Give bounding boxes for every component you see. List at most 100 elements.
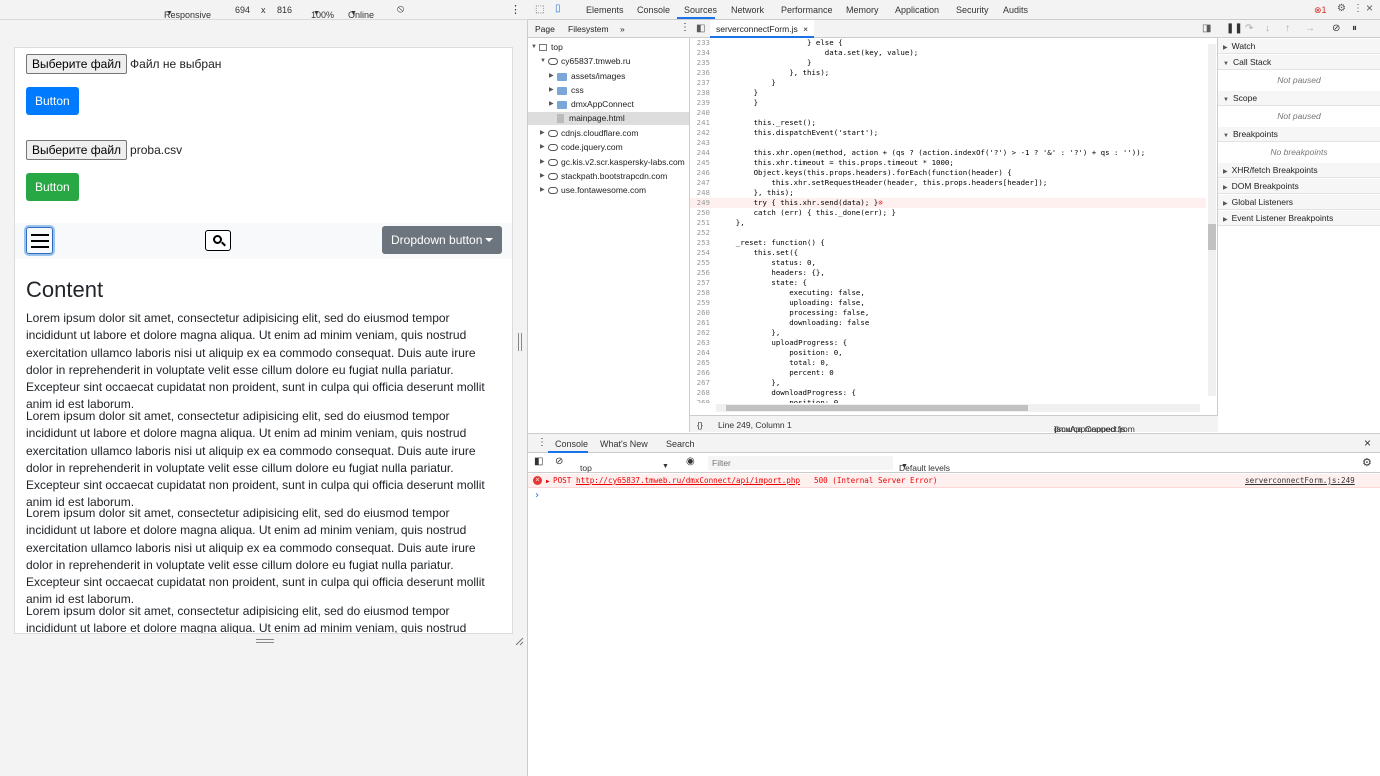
code-line[interactable]: 254 this.set({ xyxy=(690,248,1206,258)
line-number[interactable]: 251 xyxy=(690,218,710,228)
tree-item-kaspersky[interactable]: ▶ gc.kis.v2.scr.kaspersky-labs.com xyxy=(540,156,685,169)
close-icon[interactable]: × xyxy=(803,24,808,34)
code-lines[interactable]: 233 } else {234 data.set(key, value); 235… xyxy=(690,38,1206,403)
more-options-icon[interactable]: ⋮ xyxy=(1353,4,1363,14)
code-line[interactable]: 253 _reset: function() { xyxy=(690,238,1206,248)
step-icon[interactable]: → xyxy=(1305,24,1315,34)
error-url-link[interactable]: http://cy65837.tmweb.ru/dmxConnect/api/i… xyxy=(576,476,800,485)
tree-item-cy65837[interactable]: ▼ cy65837.tmweb.ru xyxy=(540,55,630,68)
tab-audits[interactable]: Audits xyxy=(1003,5,1028,15)
line-number[interactable]: 242 xyxy=(690,128,710,138)
tab-sources[interactable]: Sources xyxy=(684,5,717,15)
deactivate-breakpoints-icon[interactable]: ⊘ xyxy=(1332,24,1340,34)
tab-application[interactable]: Application xyxy=(895,5,939,15)
code-line[interactable]: 248 }, this); xyxy=(690,188,1206,198)
line-number[interactable]: 237 xyxy=(690,78,710,88)
more-options-icon[interactable]: ⋮ xyxy=(680,22,690,33)
section-dom-breakpoints[interactable]: ▶ DOM Breakpoints xyxy=(1218,179,1380,194)
console-prompt[interactable]: › xyxy=(534,490,540,501)
line-number[interactable]: 250 xyxy=(690,208,710,218)
code-line[interactable]: 244 this.xhr.open(method, action + (qs ?… xyxy=(690,148,1206,158)
code-line[interactable]: 239 } xyxy=(690,98,1206,108)
line-number[interactable]: 262 xyxy=(690,328,710,338)
code-line[interactable]: 256 headers: {}, xyxy=(690,268,1206,278)
code-line[interactable]: 247 this.xhr.setRequestHeader(header, th… xyxy=(690,178,1206,188)
step-into-icon[interactable]: ↓ xyxy=(1265,24,1270,34)
line-number[interactable]: 256 xyxy=(690,268,710,278)
tab-console[interactable]: Console xyxy=(637,5,670,15)
code-line[interactable]: 257 state: { xyxy=(690,278,1206,288)
code-line[interactable]: 266 percent: 0 xyxy=(690,368,1206,378)
section-watch[interactable]: ▶ Watch xyxy=(1218,39,1380,54)
clear-console-icon[interactable]: ⊘ xyxy=(555,456,563,467)
line-number[interactable]: 233 xyxy=(690,38,710,48)
tree-item-fontawesome[interactable]: ▶ use.fontawesome.com xyxy=(540,184,646,197)
tree-item-dmxappconnect[interactable]: ▶ dmxAppConnect xyxy=(549,98,634,111)
line-number[interactable]: 260 xyxy=(690,308,710,318)
code-line[interactable]: 242 this.dispatchEvent('start'); xyxy=(690,128,1206,138)
code-line[interactable]: 245 this.xhr.timeout = this.props.timeou… xyxy=(690,158,1206,168)
viewport-resize-handle-right[interactable] xyxy=(518,333,522,351)
line-number[interactable]: 252 xyxy=(690,228,710,238)
choose-file-button-2[interactable]: Выберите файл xyxy=(26,140,128,160)
line-number[interactable]: 246 xyxy=(690,168,710,178)
line-number[interactable]: 235 xyxy=(690,58,710,68)
pause-on-exceptions-icon[interactable]: ⏸ xyxy=(1352,24,1357,34)
section-breakpoints[interactable]: ▼ Breakpoints xyxy=(1218,127,1380,142)
success-button[interactable]: Button xyxy=(26,173,79,201)
device-toolbar-icon[interactable]: ▯ xyxy=(555,4,561,14)
tab-memory[interactable]: Memory xyxy=(846,5,879,15)
code-line[interactable]: 250 catch (err) { this._done(err); } xyxy=(690,208,1206,218)
code-line[interactable]: 241 this._reset(); xyxy=(690,118,1206,128)
line-number[interactable]: 267 xyxy=(690,378,710,388)
tab-network[interactable]: Network xyxy=(731,5,764,15)
code-line[interactable]: 264 position: 0, xyxy=(690,348,1206,358)
section-event-listener-breakpoints[interactable]: ▶ Event Listener Breakpoints xyxy=(1218,211,1380,226)
primary-button[interactable]: Button xyxy=(26,87,79,115)
code-line[interactable]: 268 downloadProgress: { xyxy=(690,388,1206,398)
tab-page[interactable]: Page xyxy=(535,24,555,34)
code-line[interactable]: 260 processing: false, xyxy=(690,308,1206,318)
navigator-more-tabs[interactable]: » xyxy=(620,24,625,34)
line-number[interactable]: 236 xyxy=(690,68,710,78)
eye-icon[interactable]: ◉ xyxy=(686,456,695,467)
line-number[interactable]: 268 xyxy=(690,388,710,398)
tab-filesystem[interactable]: Filesystem xyxy=(568,24,609,34)
line-number[interactable]: 259 xyxy=(690,298,710,308)
code-line[interactable]: 237 } xyxy=(690,78,1206,88)
tree-item-bootstrapcdn[interactable]: ▶ stackpath.bootstrapcdn.com xyxy=(540,170,667,183)
step-over-icon[interactable]: ↷ xyxy=(1245,24,1253,34)
dropdown-button[interactable]: Dropdown button xyxy=(382,226,502,254)
toggle-navigator-icon[interactable]: ◧ xyxy=(696,24,705,34)
code-line[interactable]: 265 total: 0, xyxy=(690,358,1206,368)
tab-security[interactable]: Security xyxy=(956,5,989,15)
choose-file-button-1[interactable]: Выберите файл xyxy=(26,54,128,74)
line-number[interactable]: 248 xyxy=(690,188,710,198)
close-icon[interactable]: × xyxy=(1366,2,1373,14)
line-number[interactable]: 245 xyxy=(690,158,710,168)
tab-whats-new[interactable]: What's New xyxy=(600,439,648,449)
search-button[interactable] xyxy=(205,230,231,251)
line-number[interactable]: 263 xyxy=(690,338,710,348)
expand-triangle-icon[interactable]: ▶ xyxy=(546,478,550,485)
code-line[interactable]: 234 data.set(key, value); xyxy=(690,48,1206,58)
error-counter[interactable]: ⊗1 xyxy=(1314,5,1327,16)
code-line[interactable]: 243 xyxy=(690,138,1206,148)
tab-performance[interactable]: Performance xyxy=(781,5,833,15)
line-number[interactable]: 247 xyxy=(690,178,710,188)
tree-item-jquery[interactable]: ▶ code.jquery.com xyxy=(540,141,623,154)
code-line[interactable]: 233 } else { xyxy=(690,38,1206,48)
close-icon[interactable]: × xyxy=(1364,436,1371,450)
code-line[interactable]: 246 Object.keys(this.props.headers).forE… xyxy=(690,168,1206,178)
line-number[interactable]: 238 xyxy=(690,88,710,98)
code-vertical-scrollbar[interactable] xyxy=(1208,44,1216,396)
rotate-icon[interactable]: ⦸ xyxy=(397,3,404,16)
line-number[interactable]: 257 xyxy=(690,278,710,288)
editor-file-tab[interactable]: serverconnectForm.js × xyxy=(710,20,815,38)
code-line[interactable]: 235 } xyxy=(690,58,1206,68)
line-number[interactable]: 244 xyxy=(690,148,710,158)
console-filter-input[interactable] xyxy=(708,456,893,470)
line-number[interactable]: 269 xyxy=(690,398,710,403)
viewport-resize-corner-icon[interactable] xyxy=(515,637,524,646)
inspect-element-icon[interactable]: ⬚ xyxy=(535,5,544,15)
